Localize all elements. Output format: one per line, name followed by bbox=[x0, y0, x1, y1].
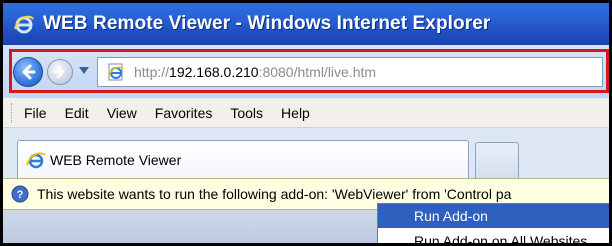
url-path: :8080/html/live.htm bbox=[258, 64, 377, 80]
url-scheme: http:// bbox=[134, 64, 170, 80]
address-input[interactable]: http://192.168.0.210:8080/html/live.htm bbox=[97, 57, 603, 87]
toolbar-grip[interactable] bbox=[11, 102, 14, 123]
back-button[interactable] bbox=[13, 57, 43, 87]
svg-text:?: ? bbox=[17, 189, 24, 201]
recent-pages-dropdown[interactable] bbox=[79, 67, 89, 74]
browser-window: WEB Remote Viewer - Windows Internet Exp… bbox=[0, 0, 612, 246]
menu-view[interactable]: View bbox=[107, 105, 137, 121]
tab-web-remote-viewer[interactable]: WEB Remote Viewer bbox=[17, 140, 469, 178]
page-icon bbox=[108, 63, 124, 81]
menu-favorites[interactable]: Favorites bbox=[155, 105, 213, 121]
internet-explorer-icon bbox=[14, 15, 34, 34]
arrow-left-icon bbox=[22, 64, 36, 80]
tab-label: WEB Remote Viewer bbox=[50, 151, 182, 168]
menu-item-run-addon-all-websites[interactable]: Run Add-on on All Websites bbox=[378, 229, 609, 243]
shield-icon: ? bbox=[11, 185, 29, 203]
title-bar[interactable]: WEB Remote Viewer - Windows Internet Exp… bbox=[3, 3, 609, 45]
menu-help[interactable]: Help bbox=[281, 105, 310, 121]
menu-file[interactable]: File bbox=[24, 105, 47, 121]
arrow-right-icon bbox=[52, 65, 65, 79]
menu-edit[interactable]: Edit bbox=[65, 105, 89, 121]
addon-context-menu: Run Add-on Run Add-on on All Websites bbox=[377, 203, 609, 243]
window-title: WEB Remote Viewer - Windows Internet Exp… bbox=[43, 13, 491, 34]
new-tab-button[interactable] bbox=[475, 142, 519, 178]
infobar-message: This website wants to run the following … bbox=[37, 186, 512, 202]
internet-explorer-icon bbox=[26, 152, 46, 168]
menu-tools[interactable]: Tools bbox=[230, 105, 263, 121]
navigation-bar: http://192.168.0.210:8080/html/live.htm bbox=[3, 45, 609, 98]
address-url: http://192.168.0.210:8080/html/live.htm bbox=[134, 64, 376, 80]
tab-strip: WEB Remote Viewer bbox=[3, 128, 609, 178]
forward-button[interactable] bbox=[47, 59, 73, 85]
url-host: 192.168.0.210 bbox=[169, 64, 259, 80]
menu-item-run-addon[interactable]: Run Add-on bbox=[378, 204, 609, 228]
menu-bar: File Edit View Favorites Tools Help bbox=[3, 98, 609, 128]
